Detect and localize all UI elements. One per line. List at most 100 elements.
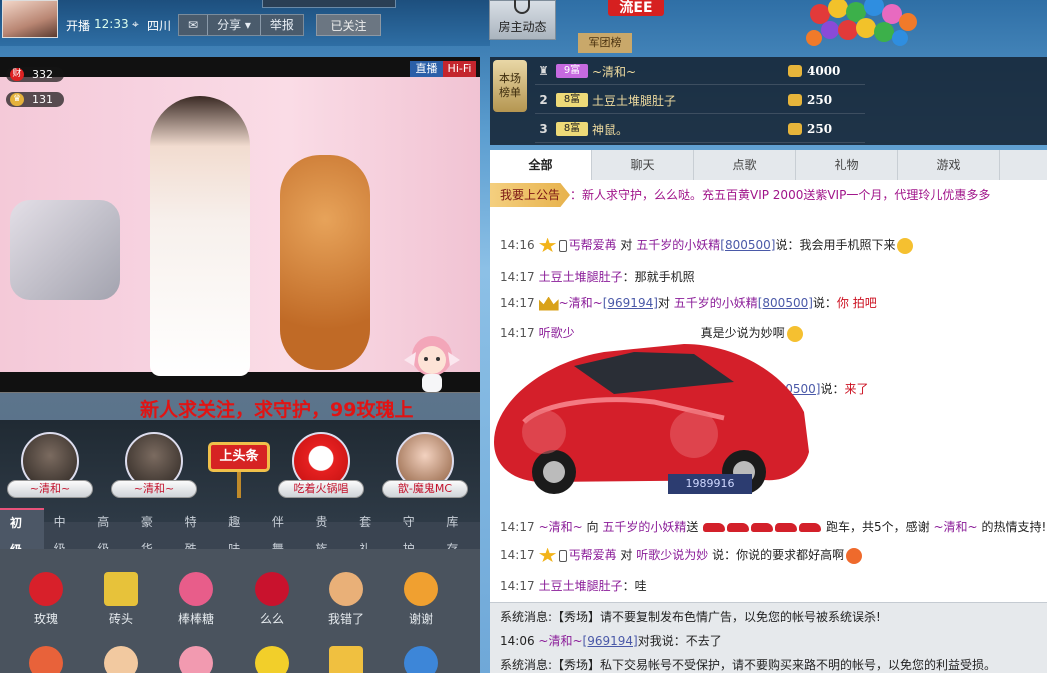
wealth-level-badge: 8富 [556,122,588,136]
msg-text: 说： [820,382,845,396]
live-badge: 直播 [410,61,443,77]
brick-icon [104,572,138,606]
star-icon [538,237,557,253]
gift-item[interactable] [91,646,151,673]
gift-category-tabs: 初级 中级 高级 豪华 特殊 趣味 伴舞 贵族 套礼 守护 库存 [0,507,480,564]
guardian-slot[interactable]: 歆-魔鬼MC [381,432,469,498]
wealth-level-badge: 9富 [556,64,588,78]
gift-item[interactable]: 我错了 [316,572,376,627]
msg-user[interactable]: ~清和~ [559,296,603,310]
leaderboard-row[interactable]: 3 8富 神鼠。 250 [535,116,865,143]
leaderboard-row[interactable]: ♜ 9富 ~清和~ 4000 [535,58,865,85]
gift-item[interactable] [16,646,76,673]
msg-connector: 对 [657,296,674,310]
msg-user[interactable]: 丐帮爱苒 [569,238,617,252]
anchor-avatar[interactable] [2,0,58,38]
msg-target[interactable]: 听歌少说为妙 [636,548,708,562]
wealth-level-badge: 8富 [556,93,588,107]
leaderboard-value: 250 [807,122,833,136]
guardian-slot[interactable]: ~清和~ [110,432,198,498]
followed-button[interactable]: 已关注 [316,14,381,36]
thanks-cat-icon [404,572,438,606]
msg-user[interactable]: 土豆土堆腿肚子 [539,270,623,284]
share-button[interactable]: 分享 ▾ [208,15,261,35]
msg-text: 送 [686,520,699,534]
report-button[interactable]: 举报 [261,15,303,35]
gift-item[interactable] [166,646,226,673]
msg-target-id[interactable]: [800500] [758,296,813,310]
wealth-count: 332 [32,68,53,81]
msg-time: 14:17 [500,520,535,534]
header-action-group: ✉ 分享 ▾ 举报 [178,14,304,36]
msg-user-id[interactable]: [969194] [583,634,638,648]
msg-time: 14:17 [500,579,535,593]
leaderboard-tag-line1: 本场 [499,72,521,85]
announcement-text: ：新人求守护，么么哒。充五百黄VIP 2000送紫VIP一个月，代理玲儿优惠多多 [570,188,991,202]
msg-target-id[interactable]: [800500] [720,238,775,252]
gift-item[interactable]: 砖头 [91,572,151,627]
guardian-name: ~清和~ [7,480,93,498]
msg-time: 14:17 [500,548,535,562]
headline-label: 上头条 [208,442,270,472]
guardian-slot[interactable]: ~清和~ [6,432,94,498]
pig-icon [179,646,213,673]
gift-name: 砖头 [108,612,133,626]
gift-item[interactable] [391,646,451,673]
msg-user[interactable]: ~清和~ [539,520,583,534]
legion-rank-button[interactable]: 军团榜 [578,33,632,53]
chat-tabs: 全部 聊天 点歌 礼物 游戏 [490,150,1047,180]
msg-user[interactable]: 土豆土堆腿肚子 [539,579,623,593]
gift-name: 玫瑰 [33,612,58,626]
location-pin-icon: ⌖ [132,17,139,31]
chat-message: 14:17 丐帮爱苒 对 听歌少说为妙 说：你说的要求都好高啊 [500,546,863,564]
gift-name: 我错了 [327,612,364,626]
leaderboard-row[interactable]: 2 8富 土豆土堆腿肚子 250 [535,87,865,114]
msg-time: 14:06 [500,634,535,648]
msg-user[interactable]: ~清和~ [538,634,582,648]
chat-message: 14:17 土豆土堆腿肚子：那就手机照 [500,268,695,285]
chat-tab-songs[interactable]: 点歌 [694,150,796,180]
gift-item[interactable]: 棒棒糖 [166,572,226,627]
msg-text: 说： [812,296,837,310]
crown-icon [538,296,559,311]
gift-item[interactable] [242,646,302,673]
mail-icon[interactable]: ✉ [179,15,209,35]
leaderboard-value: 250 [807,93,833,107]
leaderboard-tag[interactable]: 本场 榜单 [493,60,527,112]
msg-text: 说：你说的要求都好高啊 [708,548,845,562]
post-announcement-button[interactable]: 我要上公告 [490,183,570,207]
msg-target[interactable]: 五千岁的小妖精 [602,520,686,534]
msg-target[interactable]: 五千岁的小妖精 [674,296,758,310]
star-count: 131 [32,93,53,106]
top-dropdown[interactable] [262,0,396,8]
chat-tab-chat[interactable]: 聊天 [592,150,694,180]
private-message: 14:06 ~清和~[969194]对我说：不去了 [500,632,722,649]
system-message: 系统消息:【秀场】私下交易帐号不受保护，请不要购买来路不明的帐号，以免您的利益受… [500,658,997,672]
msg-user[interactable]: 丐帮爱苒 [569,548,617,562]
msg-thank-user[interactable]: ~清和~ [934,520,978,534]
msg-time: 14:17 [500,270,535,284]
gift-item[interactable] [316,646,376,673]
gift-item[interactable]: 玫瑰 [16,572,76,627]
chat-tab-all[interactable]: 全部 [490,150,592,180]
gift-item[interactable]: 么么 [242,572,302,627]
msg-target[interactable]: 五千岁的小妖精 [636,238,720,252]
headline-button[interactable]: 上头条 [208,442,270,500]
phone-icon [558,239,567,252]
guardian-slot[interactable]: 吃着火锅唱 [277,432,365,498]
chat-tab-games[interactable]: 游戏 [898,150,1000,180]
sports-car-icon [799,523,822,532]
msg-time: 14:17 [500,296,535,310]
phone-icon [558,549,567,562]
car-plate: 1989916 [668,474,752,494]
chat-tab-gifts[interactable]: 礼物 [796,150,898,180]
sports-car-icon [703,523,726,532]
msg-connector: 对 [616,238,637,252]
thinking-emoji-icon [897,237,914,254]
wealth-icon: 财 [10,68,24,81]
sports-car-icon [751,523,774,532]
chat-message: 14:17 ~清和~ 向 五千岁的小妖精送 跑车，共5个，感谢 ~清和~ 的热情支… [500,518,1046,535]
gift-item[interactable]: 谢谢 [391,572,451,627]
msg-user-id[interactable]: [969194] [603,296,658,310]
wealth-stat: 财 332 [6,67,64,82]
